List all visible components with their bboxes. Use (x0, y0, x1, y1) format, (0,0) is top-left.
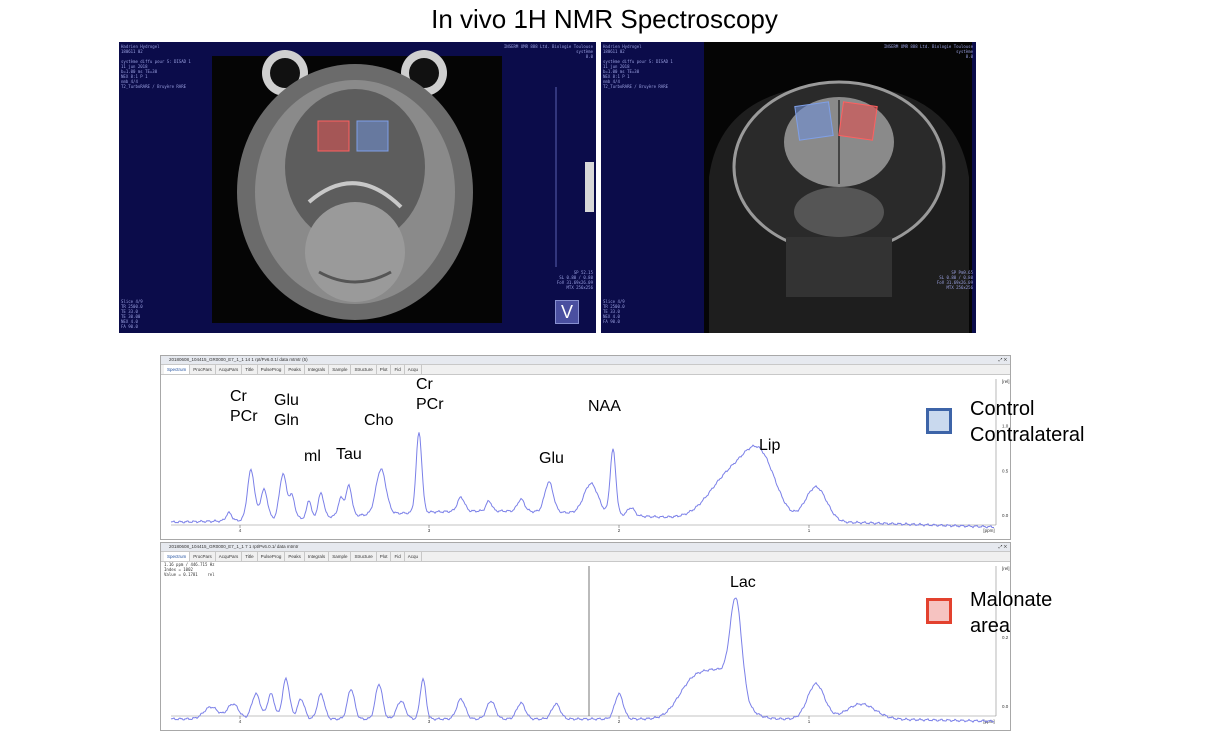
peak-label-naa: NAA (588, 398, 621, 415)
y-tick-label: 0.5 (1002, 468, 1009, 473)
peak-label-cr-pcr-2: Cr PCr (416, 376, 444, 413)
spectrum-line (170, 432, 994, 529)
x-tick-label: 2 (618, 528, 621, 533)
tab-peaks[interactable]: Peaks (285, 365, 305, 374)
legend-swatch-control (926, 408, 952, 434)
peak-label-tau: Tau (336, 446, 362, 463)
x-tick-label: 1 (808, 719, 811, 724)
roi-control-left (356, 120, 389, 152)
legend-label-malonate: Malonate area (970, 589, 1053, 637)
mri-axial-view[interactable]: Hadrien Hydrogel 180611 02 système diffu… (601, 42, 976, 333)
tab-sample[interactable]: Sample (329, 552, 352, 561)
tab-structure[interactable]: Structure (351, 552, 377, 561)
mri-info-bottom-right: SP Pm9.65 SL 0.80 / 0.80 FoV 31.69x26.09… (936, 270, 973, 290)
roi-control-right (794, 101, 834, 141)
tab-procpars[interactable]: ProcPars (190, 552, 216, 561)
window-title-text: 20180608_104415_GR0000_E7_1_1 7 1 rpt/Pv… (169, 544, 299, 549)
peak-label-ml: ml (304, 448, 321, 465)
tab-title[interactable]: Title (242, 365, 258, 374)
mri-info-top-left: Hadrien Hydrogel 180611 02 système diffu… (603, 44, 673, 89)
tab-acqu[interactable]: Acqu (405, 365, 423, 374)
mri-info-bottom-left: Slice 4/9 TR 2500.0 TE 33.0 TE 30.00 NEX… (121, 299, 143, 329)
tab-fid[interactable]: Fid (391, 365, 405, 374)
x-tick-label: 4 (239, 528, 242, 533)
window-title: 20180608_104415_GR0000_E7_1_1 7 1 rpt/Pv… (161, 543, 1010, 552)
page-title: In vivo 1H NMR Spectroscopy (431, 4, 778, 34)
tab-plot[interactable]: Plot (377, 552, 392, 561)
x-tick-label: [ppm] (983, 528, 994, 533)
tab-sample[interactable]: Sample (329, 365, 352, 374)
tab-bar: Spectrum ProcPars AcquPars Title PulseProg Pe… (161, 552, 1010, 562)
y-tick-label: 0.0 (1002, 704, 1009, 709)
tab-acqu[interactable]: Acqu (405, 552, 423, 561)
tab-pulseprog[interactable]: PulseProg (258, 552, 286, 561)
peak-label-cr-pcr: Cr PCr (230, 388, 258, 425)
mri-info-bottom-right: SP 52.15 SL 0.80 / 0.80 FoV 31.69x26.09 … (556, 270, 593, 290)
x-tick-label: 3 (428, 719, 431, 724)
spectrum-window-top[interactable]: 20180608_104415_GR0000_E7_1_1 14 1 rpt/P… (160, 355, 1011, 540)
window-controls-icon[interactable]: ⤢ ✕ (999, 543, 1007, 551)
x-tick-label: 2 (618, 719, 621, 724)
tab-spectrum[interactable]: Spectrum (164, 365, 191, 374)
y-tick-label: [rel] (1002, 566, 1010, 571)
legend-swatch-malonate (926, 598, 952, 624)
tab-spectrum[interactable]: Spectrum (164, 552, 191, 561)
peak-label-lac: Lac (730, 574, 756, 591)
tab-fid[interactable]: Fid (391, 552, 405, 561)
x-tick-label: 4 (239, 719, 242, 724)
window-title-text: 20180608_104415_GR0000_E7_1_1 14 1 rpt/P… (169, 357, 308, 362)
mri-info-top-left: Hadrien Hydrogel 180611 02 système diffu… (121, 44, 191, 89)
spectrum-window-bottom[interactable]: 20180608_104415_GR0000_E7_1_1 7 1 rpt/Pv… (160, 542, 1011, 731)
mri-coronal-view[interactable]: Hadrien Hydrogel 180611 02 système diffu… (119, 42, 596, 333)
tab-integrals[interactable]: Integrals (305, 365, 330, 374)
tab-title[interactable]: Title (242, 552, 258, 561)
x-tick-label: 1 (808, 528, 811, 533)
mri-info-bottom-left: Slice 4/9 TR 2500.0 TE 33.0 NEX 4.0 FA 9… (603, 299, 625, 324)
roi-malonate-right (838, 101, 878, 141)
mri-info-top-right: INSERM UMR 888 Ltd. Biologie Toulouse sy… (883, 44, 973, 59)
tab-bar: Spectrum ProcPars AcquPars Title PulseProg Pe… (161, 365, 1010, 375)
tab-plot[interactable]: Plot (377, 365, 392, 374)
peak-label-cho: Cho (364, 412, 394, 429)
tab-acqupars[interactable]: AcquPars (216, 552, 243, 561)
tab-pulseprog[interactable]: PulseProg (258, 365, 286, 374)
tab-integrals[interactable]: Integrals (305, 552, 330, 561)
window-controls-icon[interactable]: ⤢ ✕ (999, 356, 1007, 364)
tab-peaks[interactable]: Peaks (285, 552, 305, 561)
peak-label-glu-gln: Glu Gln (274, 392, 299, 429)
mri-info-top-right: INSERM UMR 888 Ltd. Biologie Toulouse sy… (503, 44, 593, 59)
y-tick-label: [rel] (1002, 379, 1010, 384)
peak-label-lip: Lip (759, 437, 781, 454)
tab-procpars[interactable]: ProcPars (190, 365, 216, 374)
legend-label-control: Control Contralateral (970, 398, 1085, 446)
y-tick-label: 0.0 (1002, 513, 1009, 518)
window-title: 20180608_104415_GR0000_E7_1_1 14 1 rpt/P… (161, 356, 1010, 365)
x-tick-label: 3 (428, 528, 431, 533)
tab-structure[interactable]: Structure (351, 365, 377, 374)
peak-label-glu: Glu (539, 450, 564, 467)
tab-acqupars[interactable]: AcquPars (216, 365, 243, 374)
view-orientation-icon[interactable]: V (555, 300, 579, 324)
roi-malonate-left (317, 120, 350, 152)
spectrum-line (170, 597, 994, 723)
spectrum-plot-bottom[interactable]: 4 3 2 1 [ppm][rel]0.20.0 (161, 562, 1010, 730)
